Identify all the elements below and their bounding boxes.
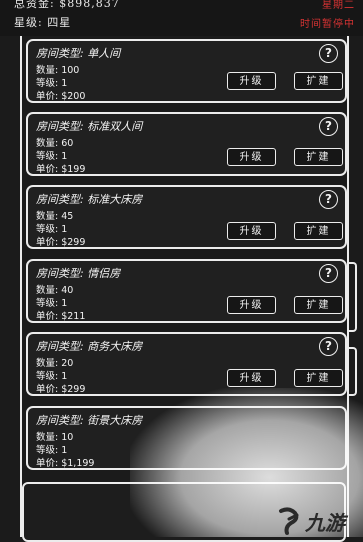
upgrade-button[interactable]: 升级 xyxy=(227,148,276,166)
room-card: 房间类型: 情侣房 数量: 40 等级: 1 单价: $211 ? 升级 扩建 xyxy=(26,259,347,323)
room-price: 单价: $199 xyxy=(36,164,86,175)
expand-button[interactable]: 扩建 xyxy=(294,148,343,166)
room-type-title: 房间类型: 标准双人间 xyxy=(36,120,143,133)
room-quantity: 数量: 10 xyxy=(36,432,74,443)
room-level: 等级: 1 xyxy=(36,445,68,456)
room-card: 房间类型: 标准双人间 数量: 60 等级: 1 单价: $199 ? 升级 扩… xyxy=(26,112,347,176)
room-quantity: 数量: 20 xyxy=(36,358,74,369)
room-type-title: 房间类型: 情侣房 xyxy=(36,267,121,280)
upgrade-button[interactable]: 升级 xyxy=(227,72,276,90)
star-level-label: 星级: 四星 xyxy=(14,16,72,29)
watermark-text: 九游 xyxy=(305,511,345,535)
help-icon[interactable]: ? xyxy=(319,190,338,209)
expand-button[interactable]: 扩建 xyxy=(294,222,343,240)
weekday-label: 星期二 xyxy=(322,0,355,11)
room-level: 等级: 1 xyxy=(36,224,68,235)
room-quantity: 数量: 60 xyxy=(36,138,74,149)
room-quantity: 数量: 40 xyxy=(36,285,74,296)
room-type-title: 房间类型: 商务大床房 xyxy=(36,340,143,353)
watermark: 九游 xyxy=(275,505,355,541)
room-price: 单价: $299 xyxy=(36,237,86,248)
scroll-rail-segment[interactable] xyxy=(349,262,357,332)
room-price: 单价: $1,199 xyxy=(36,458,95,469)
room-level: 等级: 1 xyxy=(36,298,68,309)
room-quantity: 数量: 45 xyxy=(36,211,74,222)
time-status-label: 时间暂停中 xyxy=(300,19,355,30)
expand-button[interactable]: 扩建 xyxy=(294,72,343,90)
room-type-title: 房间类型: 单人间 xyxy=(36,47,121,60)
total-assets-label: 总资金: $898,837 xyxy=(14,0,120,10)
room-type-title: 房间类型: 标准大床房 xyxy=(36,193,143,206)
room-level: 等级: 1 xyxy=(36,78,68,89)
room-level: 等级: 1 xyxy=(36,151,68,162)
upgrade-button[interactable]: 升级 xyxy=(227,296,276,314)
upgrade-button[interactable]: 升级 xyxy=(227,369,276,387)
help-icon[interactable]: ? xyxy=(319,264,338,283)
help-icon[interactable]: ? xyxy=(319,337,338,356)
room-price: 单价: $200 xyxy=(36,91,86,102)
room-card: 房间类型: 商务大床房 数量: 20 等级: 1 单价: $299 ? 升级 扩… xyxy=(26,332,347,396)
room-quantity: 数量: 100 xyxy=(36,65,80,76)
room-card: 房间类型: 单人间 数量: 100 等级: 1 单价: $200 ? 升级 扩建 xyxy=(26,39,347,103)
help-icon[interactable]: ? xyxy=(319,44,338,63)
expand-button[interactable]: 扩建 xyxy=(294,296,343,314)
help-icon[interactable]: ? xyxy=(319,117,338,136)
room-level: 等级: 1 xyxy=(36,371,68,382)
expand-button[interactable]: 扩建 xyxy=(294,369,343,387)
room-card: 房间类型: 标准大床房 数量: 45 等级: 1 单价: $299 ? 升级 扩… xyxy=(26,185,347,249)
top-status-bar: 总资金: $898,837 星级: 四星 星期二 时间暂停中 xyxy=(0,0,363,36)
room-type-title: 房间类型: 街景大床房 xyxy=(36,414,143,427)
room-price: 单价: $211 xyxy=(36,311,86,322)
room-price: 单价: $299 xyxy=(36,384,86,395)
upgrade-button[interactable]: 升级 xyxy=(227,222,276,240)
